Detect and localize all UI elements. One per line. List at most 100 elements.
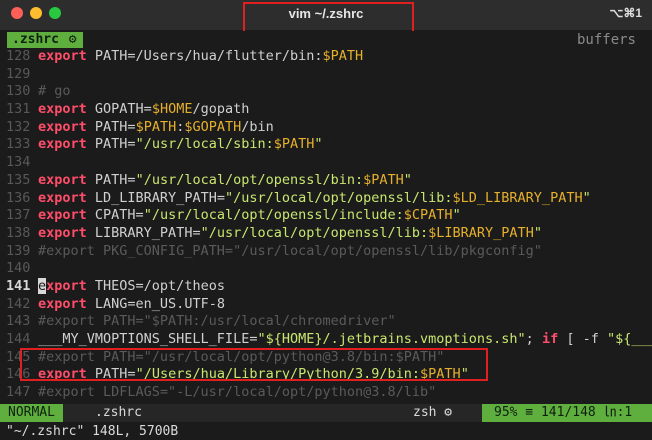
line-number: 133 [6, 136, 31, 153]
code-line[interactable]: 129 [0, 66, 652, 84]
code-token: export [38, 295, 87, 312]
command-line[interactable]: "~/.zshrc" 148L, 5700B [6, 423, 178, 440]
line-text: export PATH="/usr/local/sbin:$PATH" [38, 136, 323, 154]
code-token: export [38, 48, 87, 64]
code-line[interactable]: 131 export GOPATH=$HOME/gopath [0, 101, 652, 119]
code-token: LANG=en_US.UTF-8 [86, 295, 225, 312]
code-token: export [38, 136, 87, 153]
line-number: 130 [6, 83, 31, 100]
code-line[interactable]: 133 export PATH="/usr/local/sbin:$PATH" [0, 136, 652, 154]
code-token: LD_LIBRARY_PATH= [86, 189, 225, 206]
code-token: "/usr/local/opt/openssl/include: [143, 207, 404, 224]
terminal-window: vim ~/.zshrc ⌥⌘1 .zshrc ⚙ buffers 128 exp… [0, 0, 652, 440]
code-token: if [541, 331, 559, 347]
line-number: 147 [6, 384, 31, 401]
code-token: export [38, 118, 87, 135]
line-number: 137 [6, 207, 31, 224]
code-line[interactable]: 130 # go [0, 83, 652, 101]
code-token: export [38, 207, 87, 224]
line-number: 144 [6, 331, 31, 347]
line-number: 132 [6, 118, 31, 135]
code-token: "${HOME}/.jetbrains.vmoptions.sh" [257, 331, 526, 347]
code-token: "/usr/local/opt/openssl/lib: [224, 189, 453, 206]
line-number: 140 [6, 260, 31, 277]
line-number: 141 [6, 277, 31, 294]
code-token: " [582, 189, 591, 206]
code-token: " [403, 171, 412, 188]
status-filename: .zshrc [95, 405, 142, 420]
line-number: 129 [6, 65, 31, 82]
line-highlight-box [20, 348, 488, 381]
line-text: export LANG=en_US.UTF-8 [38, 296, 225, 314]
tab-label: .zshrc [12, 32, 59, 47]
code-token: export [38, 189, 87, 206]
code-token: /gopath [192, 101, 250, 118]
code-token: [ -f [558, 331, 607, 347]
code-token: PATH= [86, 118, 136, 135]
code-line[interactable]: 135 export PATH="/usr/local/opt/openssl/b… [0, 172, 652, 190]
code-token: # go [38, 83, 71, 100]
line-number: 142 [6, 295, 31, 312]
code-token: ; [525, 331, 542, 347]
code-token: ___MY_VMOPTIONS_SHELL_FILE= [38, 331, 258, 347]
line-text: #export LDFLAGS="-L/usr/local/opt/python… [38, 384, 436, 402]
window-shortcut: ⌥⌘1 [609, 6, 642, 20]
line-text: # go [38, 83, 71, 101]
line-text: export PATH=/Users/hua/flutter/bin:$PATH [38, 48, 363, 66]
code-token: PATH= [86, 171, 136, 188]
line-number: 139 [6, 242, 31, 259]
mode-indicator: NORMAL [0, 404, 63, 422]
line-number: 128 [6, 48, 31, 64]
code-token: $LD_LIBRARY_PATH [452, 189, 583, 206]
code-line[interactable]: 139 #export PKG_CONFIG_PATH="/usr/local/o… [0, 243, 652, 261]
code-token: #export LDFLAGS="-L/usr/local/opt/python… [38, 384, 437, 401]
status-filetype: zsh ⚙ [413, 405, 453, 420]
buffer-tab-zshrc[interactable]: .zshrc ⚙ [7, 32, 83, 48]
code-token: $PATH [322, 48, 364, 64]
vim-tabline: .zshrc ⚙ buffers [0, 31, 652, 49]
code-line[interactable]: 140 [0, 260, 652, 278]
code-token: PATH=/Users/hua/flutter/bin: [86, 48, 323, 64]
code-line[interactable]: 138 export LIBRARY_PATH="/usr/local/opt/o… [0, 225, 652, 243]
code-line[interactable]: 143 #export PATH="$PATH:/usr/local/chrome… [0, 313, 652, 331]
code-token: $CPATH [403, 207, 453, 224]
code-line[interactable]: 137 export CPATH="/usr/local/opt/openssl/… [0, 207, 652, 225]
buffers-label: buffers [576, 32, 636, 48]
code-line[interactable]: 142 export LANG=en_US.UTF-8 [0, 296, 652, 314]
code-token: #export PATH="$PATH:/usr/local/chromedri… [38, 313, 396, 330]
code-line[interactable]: 144 ___MY_VMOPTIONS_SHELL_FILE="${HOME}/.… [0, 331, 652, 349]
status-position: 95% ≡ 141/148 ㏑:1 [482, 404, 652, 422]
line-text: #export PATH="$PATH:/usr/local/chromedri… [38, 313, 396, 331]
line-text: ___MY_VMOPTIONS_SHELL_FILE="${HOME}/.jet… [38, 331, 652, 349]
code-line[interactable]: 141 export THEOS=/opt/theos [0, 277, 652, 296]
line-text: #export PKG_CONFIG_PATH="/usr/local/opt/… [38, 243, 542, 261]
code-line[interactable]: 136 export LD_LIBRARY_PATH="/usr/local/op… [0, 190, 652, 208]
code-line[interactable]: 147 #export LDFLAGS="-L/usr/local/opt/pyt… [0, 384, 652, 402]
line-text: export PATH=$PATH:$GOPATH/bin [38, 119, 274, 137]
code-token: THEOS=/opt/theos [86, 277, 225, 294]
code-token: $PATH [135, 118, 177, 135]
code-token: "/usr/local/sbin: [135, 136, 274, 153]
vim-statusline: NORMAL .zshrc zsh ⚙ 95% ≡ 141/148 ㏑:1 [0, 404, 652, 422]
line-number: 143 [6, 313, 31, 330]
code-token: $GOPATH [184, 118, 242, 135]
code-token: export [38, 101, 87, 118]
code-token: $LIBRARY_PATH [428, 224, 534, 241]
code-token: $HOME [151, 101, 193, 118]
line-text: export CPATH="/usr/local/opt/openssl/inc… [38, 207, 461, 225]
line-number: 138 [6, 224, 31, 241]
line-number: 131 [6, 101, 31, 118]
code-token: " [314, 136, 323, 153]
line-text: export THEOS=/opt/theos [38, 277, 225, 296]
code-token: LIBRARY_PATH= [86, 224, 201, 241]
code-token: PATH= [86, 136, 136, 153]
line-text: export PATH="/usr/local/opt/openssl/bin:… [38, 172, 412, 190]
code-token: $PATH [273, 136, 315, 153]
code-token: "${___ [606, 331, 652, 347]
gear-icon: ⚙ [68, 32, 77, 47]
code-line[interactable]: 132 export PATH=$PATH:$GOPATH/bin [0, 119, 652, 137]
code-token: "/usr/local/opt/openssl/bin: [135, 171, 364, 188]
code-line[interactable]: 134 [0, 154, 652, 172]
code-line[interactable]: 128 export PATH=/Users/hua/flutter/bin:$P… [0, 48, 652, 66]
line-text: export LIBRARY_PATH="/usr/local/opt/open… [38, 225, 542, 243]
